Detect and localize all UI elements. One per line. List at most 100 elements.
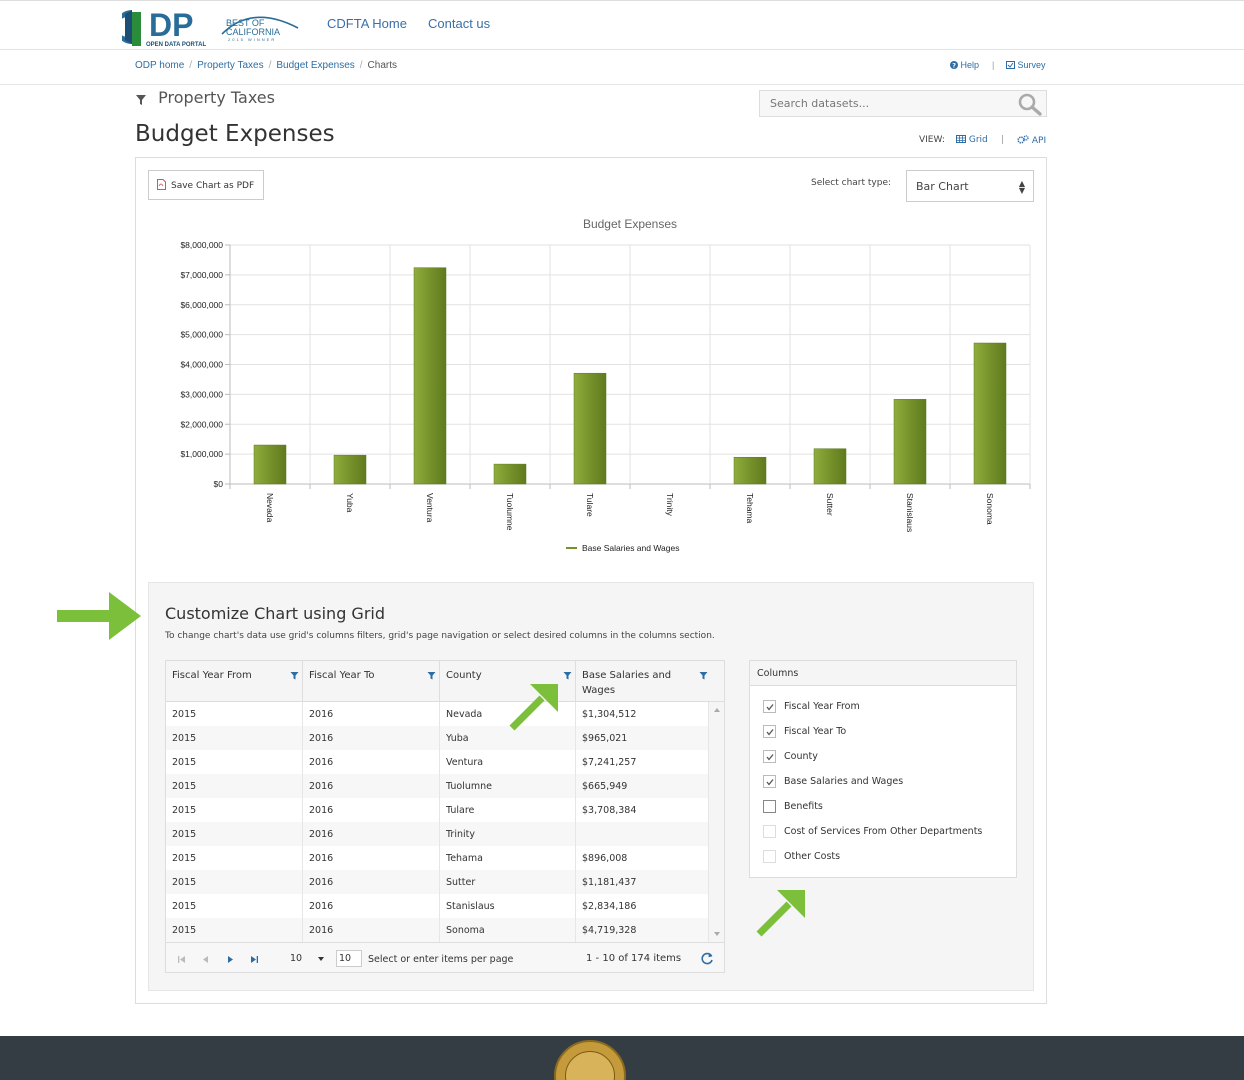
footer (0, 1036, 1244, 1080)
column-filter-icon[interactable] (290, 670, 299, 685)
y-tick-label: $1,000,000 (180, 449, 223, 459)
cell-fiscal-year-to: 2016 (303, 726, 440, 750)
grid-header-fiscal-year-to[interactable]: Fiscal Year To (303, 661, 440, 702)
state-seal-inner (565, 1051, 615, 1080)
survey-label: Survey (1017, 60, 1046, 70)
x-tick-label: Nevada (265, 493, 275, 523)
chart-type-select[interactable]: Bar Chart ▲ ▼ (906, 170, 1034, 202)
table-row[interactable]: 2015 2016 Nevada $1,304,512 (166, 702, 708, 726)
bar-yuba (333, 454, 367, 485)
annotation-arrow-up-right-icon (756, 890, 805, 937)
cell-county: Stanislaus (440, 894, 576, 918)
columns-panel: Columns Fiscal Year From Fiscal Year To … (749, 660, 1017, 878)
cell-fiscal-year-to: 2016 (303, 822, 440, 846)
column-filter-icon[interactable] (563, 670, 572, 685)
svg-text:DP: DP (149, 7, 193, 43)
survey-icon (1006, 61, 1015, 69)
gears-icon (1017, 135, 1029, 144)
search-icon[interactable] (1018, 93, 1042, 121)
category-label[interactable]: Property Taxes (158, 88, 275, 107)
customize-subtitle: To change chart's data use grid's column… (165, 631, 715, 641)
breadcrumb-odp-home[interactable]: ODP home (135, 60, 184, 71)
x-tick-label: Trinity (665, 493, 675, 517)
breadcrumb-bar: ODP home / Property Taxes / Budget Expenses /… (0, 50, 1244, 85)
page-size-caret-icon[interactable] (318, 957, 324, 961)
y-tick-label: $6,000,000 (180, 300, 223, 310)
view-api-link[interactable]: API (1017, 135, 1046, 146)
checkbox-checked[interactable] (763, 725, 776, 738)
y-tick-label: $2,000,000 (180, 419, 223, 429)
table-row[interactable]: 2015 2016 Stanislaus $2,834,186 (166, 894, 708, 918)
table-row[interactable]: 2015 2016 Sonoma $4,719,328 (166, 918, 708, 942)
help-link[interactable]: ? Help (950, 60, 979, 70)
cell-fiscal-year-from: 2015 (166, 894, 303, 918)
table-row[interactable]: 2015 2016 Tuolumne $665,949 (166, 774, 708, 798)
checkbox-unchecked[interactable] (763, 825, 776, 838)
customize-title: Customize Chart using Grid (165, 604, 386, 623)
table-row[interactable]: 2015 2016 Trinity (166, 822, 708, 846)
state-seal-icon (554, 1040, 626, 1080)
breadcrumb-budget-expenses[interactable]: Budget Expenses (276, 60, 354, 71)
column-option-label: Base Salaries and Wages (784, 776, 904, 787)
top-bar: DP OPEN DATA PORTAL BEST OF CALIFORNIA 2… (0, 0, 1244, 50)
annotation-arrow-up-right-icon (509, 684, 558, 731)
column-filter-icon[interactable] (427, 670, 436, 685)
pdf-icon (157, 179, 166, 190)
scroll-up-icon[interactable] (714, 708, 720, 712)
first-page-icon[interactable] (178, 955, 185, 966)
cell-fiscal-year-from: 2015 (166, 870, 303, 894)
cell-fiscal-year-from: 2015 (166, 798, 303, 822)
grid-header-fiscal-year-from[interactable]: Fiscal Year From (166, 661, 303, 702)
grid-scrollbar[interactable] (708, 702, 724, 942)
select-caret-icon: ▲ ▼ (1018, 179, 1025, 195)
table-row[interactable]: 2015 2016 Tehama $896,008 (166, 846, 708, 870)
column-filter-icon[interactable] (699, 670, 708, 685)
page-size-input[interactable]: 10 (336, 950, 362, 967)
scroll-down-icon[interactable] (714, 932, 720, 936)
table-row[interactable]: 2015 2016 Yuba $965,021 (166, 726, 708, 750)
refresh-icon[interactable] (701, 952, 714, 968)
bar-tehama (733, 456, 767, 485)
table-row[interactable]: 2015 2016 Tulare $3,708,384 (166, 798, 708, 822)
table-row[interactable]: 2015 2016 Sutter $1,181,437 (166, 870, 708, 894)
util-divider: | (992, 60, 995, 70)
checkbox-checked[interactable] (763, 750, 776, 763)
cell-county: Tehama (440, 846, 576, 870)
y-tick-label: $8,000,000 (180, 240, 223, 250)
survey-link[interactable]: Survey (1006, 60, 1046, 70)
breadcrumb-property-taxes[interactable]: Property Taxes (197, 60, 264, 71)
nav-cdfta-home[interactable]: CDFTA Home (327, 16, 407, 31)
prev-page-icon[interactable] (203, 955, 208, 966)
x-tick-label: Tehama (745, 493, 755, 524)
bar-ventura (413, 267, 447, 485)
last-page-icon[interactable] (251, 955, 258, 966)
cell-base-salaries: $4,719,328 (582, 925, 637, 936)
search-input[interactable] (760, 91, 1010, 116)
filter-icon (136, 95, 146, 105)
checkbox-unchecked[interactable] (763, 850, 776, 863)
grid-header-label: Fiscal Year To (309, 670, 375, 681)
cell-base-salaries: $1,181,437 (582, 877, 637, 888)
checkbox-checked[interactable] (763, 775, 776, 788)
cell-fiscal-year-to: 2016 (303, 918, 440, 942)
chart-title: Budget Expenses (583, 217, 677, 231)
column-option-label: Cost of Services From Other Departments (784, 826, 983, 837)
view-grid-link[interactable]: Grid (956, 135, 988, 145)
y-tick-label: $3,000,000 (180, 389, 223, 399)
open-data-portal-logo[interactable]: DP OPEN DATA PORTAL BEST OF CALIFORNIA 2… (115, 6, 302, 48)
nav-contact-us[interactable]: Contact us (428, 16, 490, 31)
help-icon: ? (950, 61, 958, 70)
svg-text:OPEN DATA PORTAL: OPEN DATA PORTAL (146, 42, 206, 48)
cell-county: Tulare (440, 798, 576, 822)
grid-header-base-salaries[interactable]: Base Salaries and Wages (576, 661, 724, 702)
cell-base-salaries: $7,241,257 (582, 757, 637, 768)
table-row[interactable]: 2015 2016 Ventura $7,241,257 (166, 750, 708, 774)
checkbox-checked[interactable] (763, 700, 776, 713)
checkbox-unchecked[interactable] (763, 800, 776, 813)
category-heading: Property Taxes (135, 88, 275, 107)
x-tick-label: Sutter (825, 493, 835, 516)
breadcrumb: ODP home / Property Taxes / Budget Expenses /… (135, 60, 397, 71)
next-page-icon[interactable] (228, 955, 233, 966)
save-chart-pdf-button[interactable]: Save Chart as PDF (148, 170, 264, 200)
page-size-select[interactable]: 10 (290, 953, 302, 964)
